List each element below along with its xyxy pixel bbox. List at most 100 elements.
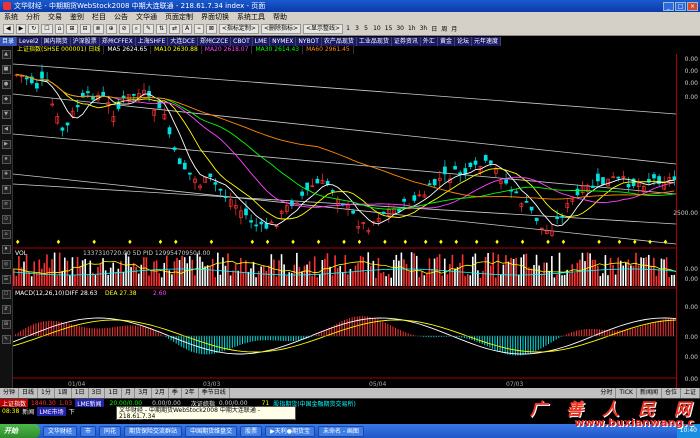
refresh-icon[interactable]: ↻ bbox=[28, 23, 40, 34]
back-icon[interactable]: ◀ bbox=[3, 23, 14, 34]
tab-1week[interactable]: 1周 bbox=[55, 388, 72, 398]
tab-agri-spot[interactable]: 农产品现货 bbox=[321, 37, 357, 46]
taskbar-item[interactable]: ▶天利●期货宝 bbox=[265, 425, 315, 437]
tab-month[interactable]: 月 bbox=[122, 388, 136, 398]
tab-shfe[interactable]: 上海SHFE bbox=[135, 37, 169, 46]
taskbar-item[interactable]: 市 bbox=[80, 425, 97, 437]
menu-help[interactable]: 帮助 bbox=[273, 12, 287, 22]
menu-tools[interactable]: 系统工具 bbox=[237, 12, 265, 22]
search-icon[interactable]: ⌕ bbox=[131, 23, 142, 34]
lme-market[interactable]: LME市场 bbox=[37, 407, 66, 416]
kline-chart-area[interactable]: ♦ ♦ ♦ ♦ ♦ ♦ ♦ ♦ ♦ ♦ ♦ ♦ ♦ ♦ ♦ ♦ ♦ ♦ ♦ ♦ ♦ ♦ ♦ ♦ ♦ ♦ ♦ ♦ VOL 1337310… bbox=[12, 54, 677, 388]
sidebar-btn-17[interactable]: ☐ bbox=[1, 290, 11, 299]
tab-forum[interactable]: 论坛 bbox=[454, 37, 472, 46]
home-icon[interactable]: ⌂ bbox=[54, 23, 65, 34]
tab-stocks[interactable]: 沪深股票 bbox=[70, 37, 100, 46]
period-day[interactable]: 日 bbox=[430, 24, 438, 33]
period-1[interactable]: 1 bbox=[345, 25, 352, 32]
tab-czce[interactable]: 郑州CZCE bbox=[197, 37, 232, 46]
line-icon[interactable]: ⌁ bbox=[194, 23, 204, 34]
zoom-in-icon[interactable]: ⊕ bbox=[105, 23, 117, 34]
sidebar-btn-14[interactable]: ♦ bbox=[1, 245, 11, 254]
maximize-button[interactable]: □ bbox=[675, 1, 686, 11]
tab-2month[interactable]: 2月 bbox=[152, 388, 169, 398]
tab-level2[interactable]: Level2 bbox=[17, 37, 42, 46]
period-week[interactable]: 周 bbox=[440, 24, 448, 33]
sidebar-btn-11[interactable]: ≡ bbox=[1, 200, 11, 209]
minimize-button[interactable]: _ bbox=[663, 1, 674, 11]
sidebar-btn-5[interactable]: ▼ bbox=[1, 110, 11, 119]
taskbar-item[interactable]: 股票 bbox=[240, 425, 263, 437]
menu-identify[interactable]: 鉴别 bbox=[70, 12, 84, 22]
pen-icon[interactable]: ✎ bbox=[143, 23, 155, 34]
tab-cffex[interactable]: 郑州CFFEX bbox=[99, 37, 136, 46]
period-3[interactable]: 3 bbox=[354, 25, 361, 32]
period-3h[interactable]: 3h bbox=[419, 25, 429, 32]
tab-nymex[interactable]: NYMEX bbox=[270, 37, 297, 46]
tab-quarter[interactable]: 季 bbox=[169, 388, 182, 398]
sidebar-btn-2[interactable]: ■ bbox=[1, 65, 11, 74]
taskbar-item[interactable]: 文华财经 bbox=[43, 425, 78, 437]
tab-1day[interactable]: 1日 bbox=[72, 388, 89, 398]
sidebar-btn-13[interactable]: ⌂ bbox=[1, 230, 11, 239]
close-button[interactable]: × bbox=[687, 1, 698, 11]
block-icon[interactable]: ⊘ bbox=[118, 23, 130, 34]
menu-page-custom[interactable]: 页面定制 bbox=[165, 12, 193, 22]
sidebar-btn-16[interactable]: ☰ bbox=[1, 275, 11, 284]
grid-icon[interactable]: ⊞ bbox=[66, 23, 78, 34]
menu-analysis[interactable]: 分析 bbox=[26, 12, 40, 22]
sidebar-btn-3[interactable]: ● bbox=[1, 80, 11, 89]
menu-wenhuatong[interactable]: 文华通 bbox=[136, 12, 157, 22]
sort-icon[interactable]: ⇅ bbox=[156, 23, 168, 34]
period-1h[interactable]: 1h bbox=[407, 25, 417, 32]
period-15[interactable]: 15 bbox=[384, 25, 394, 32]
text-icon[interactable]: A bbox=[182, 23, 193, 34]
menu-trade[interactable]: 交易 bbox=[48, 12, 62, 22]
tab-cbot[interactable]: CBOT bbox=[231, 37, 253, 46]
period-5[interactable]: 5 bbox=[363, 25, 370, 32]
tab-3day[interactable]: 3日 bbox=[89, 388, 106, 398]
show-lines-dropdown[interactable]: <显示整线> bbox=[303, 23, 344, 34]
tab-lme[interactable]: LME bbox=[252, 37, 271, 46]
forward-icon[interactable]: ▶ bbox=[15, 23, 27, 34]
sidebar-btn-8[interactable]: ★ bbox=[1, 155, 11, 164]
tab-1day-b[interactable]: 1日 bbox=[105, 388, 123, 398]
sidebar-btn-7[interactable]: ▶ bbox=[1, 140, 11, 149]
tab-1min[interactable]: 1分 bbox=[38, 388, 55, 398]
sidebar-btn-10[interactable]: ✖ bbox=[1, 185, 11, 194]
menu-system[interactable]: 系统 bbox=[4, 12, 18, 22]
menu-notice[interactable]: 公告 bbox=[114, 12, 128, 22]
tab-forex[interactable]: 外汇 bbox=[420, 37, 438, 46]
tab-gold[interactable]: 黄金 bbox=[437, 37, 455, 46]
period-month[interactable]: 月 bbox=[450, 24, 458, 33]
tab-dce[interactable]: 大连DCE bbox=[168, 37, 198, 46]
tab-minute[interactable]: 分钟 bbox=[0, 388, 20, 398]
taskbar-item[interactable]: 中国期货维盘交 bbox=[185, 425, 238, 437]
tab-3month[interactable]: 3月 bbox=[135, 388, 153, 398]
delete-indicator-dropdown[interactable]: <删除指标> bbox=[260, 23, 301, 34]
lme-news[interactable]: LME新闻 bbox=[75, 399, 104, 407]
sidebar-btn-15[interactable]: ◎ bbox=[1, 260, 11, 269]
menu-ui-switch[interactable]: 界面切换 bbox=[201, 12, 229, 22]
tab-daily[interactable]: 日线 bbox=[19, 388, 39, 398]
sidebar-btn-19[interactable]: ⊞ bbox=[1, 320, 11, 329]
sidebar-btn-20[interactable]: ✎ bbox=[1, 335, 11, 344]
taskbar-item[interactable]: 同花 bbox=[99, 425, 122, 437]
sidebar-btn-9[interactable]: ✚ bbox=[1, 170, 11, 179]
tab-2year[interactable]: 2年 bbox=[182, 388, 199, 398]
sidebar-btn-1[interactable]: ▲ bbox=[1, 50, 11, 59]
sidebar-btn-6[interactable]: ◀ bbox=[1, 125, 11, 134]
tab-catalog[interactable]: 目录 bbox=[0, 37, 18, 46]
tab-speed[interactable]: 元年速度 bbox=[471, 37, 501, 46]
sidebar-btn-4[interactable]: ◆ bbox=[1, 95, 11, 104]
sidebar-btn-18[interactable]: ⇵ bbox=[1, 305, 11, 314]
tab-securities-news[interactable]: 证券资讯 bbox=[391, 37, 421, 46]
kline-chart-svg[interactable]: ♦ ♦ ♦ ♦ ♦ ♦ ♦ ♦ ♦ ♦ ♦ ♦ ♦ ♦ ♦ ♦ ♦ ♦ ♦ ♦ ♦ ♦ ♦ ♦ ♦ ♦ ♦ ♦ bbox=[12, 54, 677, 388]
tab-season-daily[interactable]: 季节日线 bbox=[199, 388, 230, 398]
indicator-custom-dropdown[interactable]: <指标定制> bbox=[218, 23, 259, 34]
tab-nybot[interactable]: NYBOT bbox=[296, 37, 322, 46]
cancel-icon[interactable]: ⊗ bbox=[92, 23, 104, 34]
start-button[interactable]: 开始 bbox=[0, 424, 40, 438]
tab-domestic-futures[interactable]: 国内期货 bbox=[41, 37, 71, 46]
window-icon[interactable]: ☐ bbox=[41, 23, 53, 34]
